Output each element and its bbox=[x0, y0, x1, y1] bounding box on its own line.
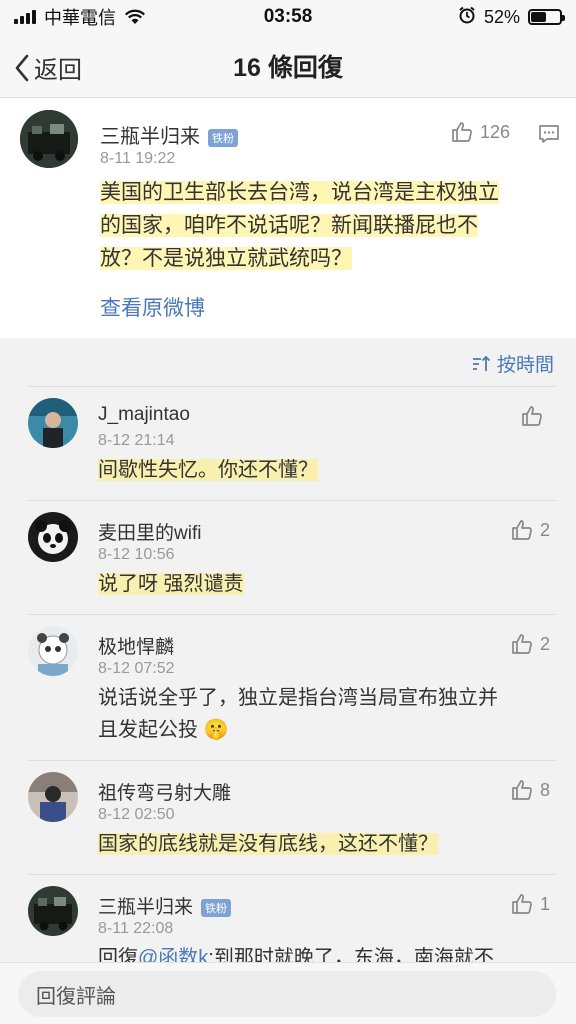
thumbs-up-icon bbox=[512, 894, 532, 914]
comment-item: 三瓶半归来 铁粉 8-11 22:08 回復@函数k:到那时就晚了，东海，南海就不… bbox=[0, 874, 576, 962]
avatar[interactable] bbox=[28, 626, 78, 676]
comment-item: J_majintao 8-12 21:14 间歇性失忆。你还不懂？ bbox=[0, 386, 576, 500]
comment-line: 且发起公投 🤫 bbox=[98, 719, 229, 741]
comment-time: 8-11 22:08 bbox=[98, 920, 174, 937]
reply-input[interactable]: 回復評論 bbox=[18, 971, 556, 1017]
thumbs-up-icon bbox=[512, 634, 532, 654]
author-name[interactable]: 三瓶半归来 bbox=[100, 126, 200, 148]
view-original-link[interactable]: 查看原微博 bbox=[100, 292, 205, 322]
like-count: 8 bbox=[539, 779, 550, 800]
divider bbox=[28, 386, 556, 387]
chevron-left-icon bbox=[15, 54, 29, 81]
comment-line: 国家的底线就是没有底线，这还不懂？ bbox=[98, 833, 438, 855]
status-bar: 中華電信 03:58 52% bbox=[0, 0, 576, 34]
comment-line: :到那时就晚了，东海，南海就不 bbox=[208, 947, 494, 962]
comment-item: 极地悍麟 8-12 07:52 说话说全乎了，独立是指台湾当局宣布独立并 且发起… bbox=[0, 614, 576, 760]
comment-author[interactable]: 祖传弯弓射大雕 bbox=[98, 778, 231, 805]
comment-time: 8-12 07:52 bbox=[98, 660, 175, 677]
thumbs-up-icon bbox=[512, 520, 532, 540]
sort-by-time-button[interactable]: 按時間 bbox=[471, 350, 554, 377]
like-button[interactable]: 1 bbox=[510, 892, 550, 916]
back-label: 返回 bbox=[34, 57, 82, 84]
comment-text: 说话说全乎了，独立是指台湾当局宣布独立并 且发起公投 🤫 bbox=[98, 682, 548, 746]
original-post: 三瓶半归来 铁粉 8-11 19:22 126 美国的卫生部长去台湾，说台湾是主权… bbox=[0, 98, 576, 338]
comment-author[interactable]: J_majintao bbox=[98, 404, 190, 426]
battery-icon bbox=[528, 9, 565, 25]
like-button[interactable]: 2 bbox=[510, 518, 550, 542]
wifi-icon bbox=[124, 9, 146, 25]
divider bbox=[28, 614, 556, 615]
avatar[interactable] bbox=[28, 512, 78, 562]
comment-text: 说了呀 强烈谴责 bbox=[98, 568, 548, 600]
comment-author[interactable]: 极地悍麟 bbox=[98, 632, 174, 659]
battery-percent: 52% bbox=[483, 6, 520, 27]
mention-link[interactable]: @函数k bbox=[138, 947, 208, 962]
nav-bar: 返回 16 條回復 bbox=[0, 34, 576, 98]
sort-icon bbox=[472, 355, 491, 371]
comment-line: 间歇性失忆。你还不懂？ bbox=[98, 459, 318, 481]
comment-icon[interactable] bbox=[538, 124, 560, 149]
comment-time: 8-12 10:56 bbox=[98, 546, 175, 563]
post-line: 的国家，咱咋不说话呢？新闻联播屁也不 bbox=[100, 214, 478, 237]
carrier-name: 中華電信 bbox=[44, 8, 116, 28]
reply-prefix: 回復 bbox=[98, 947, 138, 962]
comment-line: 说了呀 强烈谴责 bbox=[98, 573, 244, 595]
post-line: 美国的卫生部长去台湾，说台湾是主权独立 bbox=[100, 181, 499, 204]
fan-badge: 铁粉 bbox=[201, 898, 232, 917]
thumbs-up-icon bbox=[522, 406, 542, 426]
comment-author[interactable]: 麦田里的wifi bbox=[98, 518, 201, 545]
comment-author[interactable]: 三瓶半归来 bbox=[98, 897, 193, 918]
avatar[interactable] bbox=[28, 398, 78, 448]
page-title: 16 條回復 bbox=[233, 54, 343, 82]
thumbs-up-icon bbox=[452, 122, 472, 142]
like-count: 2 bbox=[539, 519, 550, 540]
like-button[interactable]: 126 bbox=[450, 120, 510, 144]
comment-text: 间歇性失忆。你还不懂？ bbox=[98, 454, 548, 486]
bottom-bar: 回復評論 bbox=[0, 962, 576, 1024]
comment-text: 国家的底线就是没有底线，这还不懂？ bbox=[98, 828, 548, 860]
alarm-icon bbox=[458, 6, 476, 29]
post-text: 美国的卫生部长去台湾，说台湾是主权独立 的国家，咱咋不说话呢？新闻联播屁也不 放… bbox=[100, 176, 560, 275]
like-button[interactable]: 2 bbox=[510, 632, 550, 656]
post-time: 8-11 19:22 bbox=[100, 150, 176, 167]
post-line: 放？不是说独立就武统吗？ bbox=[100, 247, 352, 270]
like-button[interactable] bbox=[520, 404, 550, 428]
avatar[interactable] bbox=[20, 110, 78, 168]
back-button[interactable]: 返回 bbox=[14, 50, 82, 85]
divider bbox=[28, 500, 556, 501]
sort-label: 按時間 bbox=[496, 355, 554, 376]
comment-item: 麦田里的wifi 8-12 10:56 说了呀 强烈谴责 2 bbox=[0, 500, 576, 614]
signal-icon bbox=[14, 10, 36, 24]
like-count: 126 bbox=[480, 121, 511, 142]
comment-time: 8-12 21:14 bbox=[98, 432, 175, 449]
divider bbox=[28, 760, 556, 761]
comment-text: 回復@函数k:到那时就晚了，东海，南海就不 bbox=[98, 942, 548, 962]
avatar[interactable] bbox=[28, 886, 78, 936]
thumbs-up-icon bbox=[512, 780, 532, 800]
comment-line: 说话说全乎了，独立是指台湾当局宣布独立并 bbox=[98, 687, 498, 709]
comment-item: 祖传弯弓射大雕 8-12 02:50 国家的底线就是没有底线，这还不懂？ 8 bbox=[0, 760, 576, 874]
avatar[interactable] bbox=[28, 772, 78, 822]
fan-badge: 铁粉 bbox=[208, 128, 238, 147]
like-button[interactable]: 8 bbox=[510, 778, 550, 802]
like-count: 2 bbox=[539, 633, 550, 654]
sort-bar: 按時間 bbox=[0, 338, 576, 386]
divider bbox=[28, 874, 556, 875]
like-count: 1 bbox=[539, 893, 550, 914]
comment-time: 8-12 02:50 bbox=[98, 806, 175, 823]
